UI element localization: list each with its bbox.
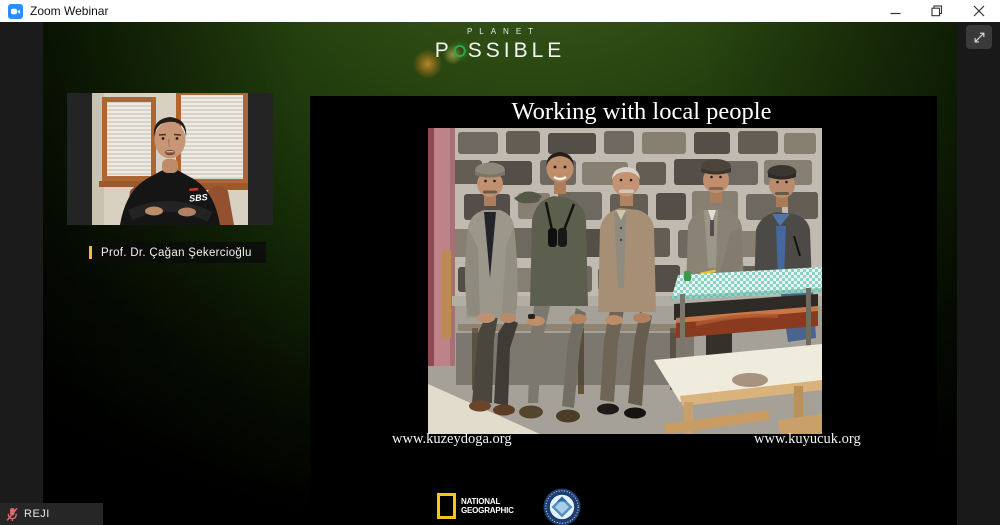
left-gallery-strip xyxy=(0,22,43,525)
slide-link-right: www.kuyucuk.org xyxy=(754,431,861,448)
planet-text: PLANET xyxy=(435,27,566,36)
possible-wordmark: PSSIBLE xyxy=(435,39,566,63)
shared-screen-stage: PLANET PSSIBLE xyxy=(43,22,957,525)
planet-possible-logo: PLANET PSSIBLE xyxy=(435,27,566,63)
speaker-webcam-video: SBS xyxy=(92,93,248,225)
national-geographic-logo: NATIONAL GEOGRAPHIC xyxy=(437,493,514,519)
zoom-camera-glyph xyxy=(10,6,21,17)
university-seal-icon xyxy=(543,488,581,525)
close-button[interactable] xyxy=(958,0,1000,22)
minimize-button[interactable] xyxy=(874,0,916,22)
slide-title: Working with local people xyxy=(310,98,937,126)
window-titlebar: Zoom Webinar xyxy=(0,0,1000,22)
slide-link-left: www.kuzeydoga.org xyxy=(392,431,512,448)
natgeo-line2: GEOGRAPHIC xyxy=(461,506,514,515)
restore-button[interactable] xyxy=(916,0,958,22)
zoom-camera-icon xyxy=(8,4,23,19)
meeting-content-area: PLANET PSSIBLE xyxy=(0,22,1000,525)
mic-muted-icon xyxy=(6,507,18,522)
speaker-video-tile[interactable]: SBS xyxy=(67,93,273,225)
lens-flare xyxy=(413,49,443,79)
speaker-name: Prof. Dr. Çağan Şekercioğlu xyxy=(101,247,252,259)
participant-name: REJI xyxy=(24,508,50,520)
natgeo-yellow-frame-icon xyxy=(437,493,456,519)
minimize-icon xyxy=(890,6,901,17)
natgeo-line1: NATIONAL xyxy=(461,497,514,506)
slide-share-tile: Working with local people xyxy=(310,96,937,525)
slide-photo xyxy=(428,128,822,434)
zoom-webinar-window: Zoom Webinar xyxy=(0,0,1000,525)
natgeo-wordmark: NATIONAL GEOGRAPHIC xyxy=(461,497,514,515)
speaker-name-label: Prof. Dr. Çağan Şekercioğlu xyxy=(86,242,266,263)
fullscreen-button[interactable] xyxy=(966,25,992,49)
fullscreen-expand-icon xyxy=(972,30,987,45)
partner-logos: NATIONAL GEOGRAPHIC xyxy=(437,493,581,525)
green-ring-o-icon xyxy=(454,45,466,57)
wordmark-suffix: SSIBLE xyxy=(468,39,566,62)
right-gallery-strip xyxy=(957,22,1000,525)
window-controls xyxy=(874,0,1000,22)
close-icon xyxy=(973,5,985,17)
accent-bar xyxy=(89,246,92,259)
restore-icon xyxy=(931,5,943,17)
window-title: Zoom Webinar xyxy=(30,4,108,18)
shirt-logo-text: SBS xyxy=(189,192,208,204)
participant-name-label: REJI xyxy=(0,503,103,525)
